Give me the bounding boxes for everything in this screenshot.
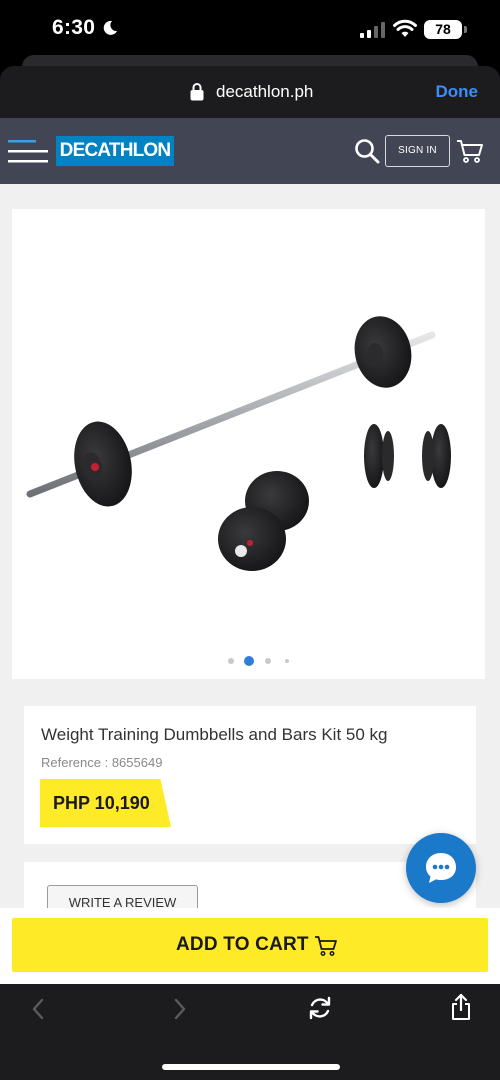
- url-text[interactable]: decathlon.ph: [216, 82, 313, 102]
- wifi-icon: [393, 19, 417, 37]
- home-indicator[interactable]: [162, 1064, 340, 1070]
- product-info-card: Weight Training Dumbbells and Bars Kit 5…: [24, 706, 476, 844]
- gallery-dot-1[interactable]: [228, 658, 234, 664]
- status-bar: 6:30 78: [0, 0, 500, 60]
- gallery-dot-3[interactable]: [265, 658, 271, 664]
- add-to-cart-label: ADD TO CART: [176, 934, 309, 955]
- battery-tip: [464, 26, 467, 33]
- price-text: PHP 10,190: [53, 793, 150, 813]
- price-tag: PHP 10,190: [40, 779, 171, 827]
- menu-icon[interactable]: [8, 138, 48, 164]
- gallery-dot-4[interactable]: [285, 659, 289, 663]
- add-to-cart-button[interactable]: ADD TO CART: [12, 918, 488, 972]
- chat-bubble-icon: [426, 853, 456, 883]
- gallery-dot-2[interactable]: [244, 656, 254, 666]
- cart-icon[interactable]: [456, 138, 484, 164]
- forward-icon[interactable]: [172, 998, 188, 1020]
- sign-in-button[interactable]: SIGN IN: [385, 135, 450, 167]
- signal-icon: [360, 22, 385, 38]
- add-to-cart-bar: ADD TO CART: [0, 908, 500, 984]
- done-button[interactable]: Done: [436, 82, 479, 102]
- product-image-card: [12, 209, 485, 679]
- reload-icon[interactable]: [307, 995, 333, 1021]
- lock-icon: [190, 83, 204, 101]
- product-page: Weight Training Dumbbells and Bars Kit 5…: [0, 184, 500, 984]
- battery-indicator: 78: [424, 20, 462, 39]
- back-icon[interactable]: [30, 998, 46, 1020]
- status-time: 6:30: [52, 16, 96, 39]
- site-header: DECATHLON SIGN IN: [0, 118, 500, 184]
- decathlon-logo[interactable]: DECATHLON: [56, 136, 174, 166]
- product-title: Weight Training Dumbbells and Bars Kit 5…: [41, 725, 388, 744]
- product-reference: Reference : 8655649: [41, 755, 163, 770]
- browser-toolbar: [0, 984, 500, 1080]
- product-image[interactable]: [12, 209, 485, 679]
- moon-icon: [103, 20, 117, 35]
- chat-button[interactable]: [406, 833, 476, 903]
- browser-url-bar: decathlon.ph Done: [0, 66, 500, 118]
- search-icon[interactable]: [354, 138, 380, 164]
- gallery-dots: [12, 655, 485, 667]
- share-icon[interactable]: [450, 993, 472, 1021]
- cart-icon: [315, 936, 337, 956]
